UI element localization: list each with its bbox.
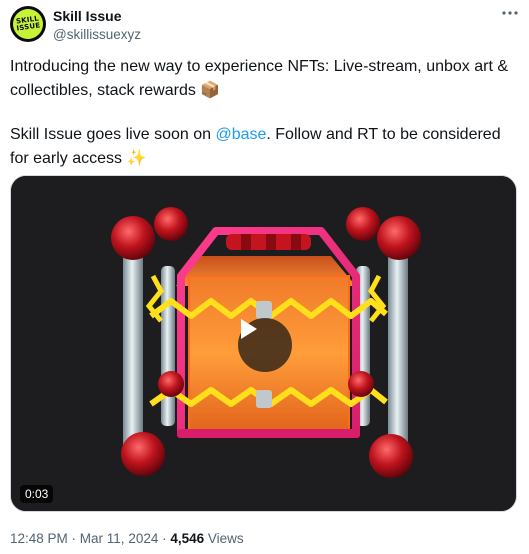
- mention-link-base[interactable]: @base: [215, 126, 266, 143]
- tweet-line1-text: Introducing the new way to experience NF…: [10, 58, 509, 99]
- video-duration-badge: 0:03: [20, 485, 54, 503]
- views-count: 4,546: [170, 531, 205, 546]
- video-player[interactable]: 0:03: [10, 175, 517, 512]
- tweet-meta: 12:48 PM · Mar 11, 2024 · 4,546 Views: [10, 531, 244, 547]
- avatar-logo: SKILL ISSUE: [11, 7, 45, 41]
- tweet-paragraph-2: Skill Issue goes live soon on @base. Fol…: [10, 124, 515, 170]
- more-dots-icon: [502, 11, 518, 15]
- views-label: Views: [204, 531, 244, 546]
- author-name[interactable]: Skill Issue: [53, 8, 121, 25]
- avatar[interactable]: SKILL ISSUE: [10, 6, 46, 42]
- meta-separator-1: ·: [67, 531, 80, 546]
- meta-separator-2: ·: [158, 531, 171, 546]
- play-icon: [241, 319, 257, 339]
- sparkles-emoji: ✨: [126, 147, 147, 167]
- author-handle[interactable]: @skillissuexyz: [53, 27, 141, 43]
- package-emoji: 📦: [200, 79, 221, 99]
- tweet-line2-before: Skill Issue goes live soon on: [10, 126, 216, 143]
- tweet-date[interactable]: Mar 11, 2024: [80, 531, 159, 546]
- tweet-paragraph-1: Introducing the new way to experience NF…: [10, 56, 515, 102]
- tweet-text: Introducing the new way to experience NF…: [10, 56, 515, 170]
- more-options-button[interactable]: [500, 3, 520, 23]
- tweet-time[interactable]: 12:48 PM: [10, 531, 68, 546]
- avatar-logo-line2: ISSUE: [16, 21, 41, 33]
- play-button[interactable]: [238, 318, 292, 372]
